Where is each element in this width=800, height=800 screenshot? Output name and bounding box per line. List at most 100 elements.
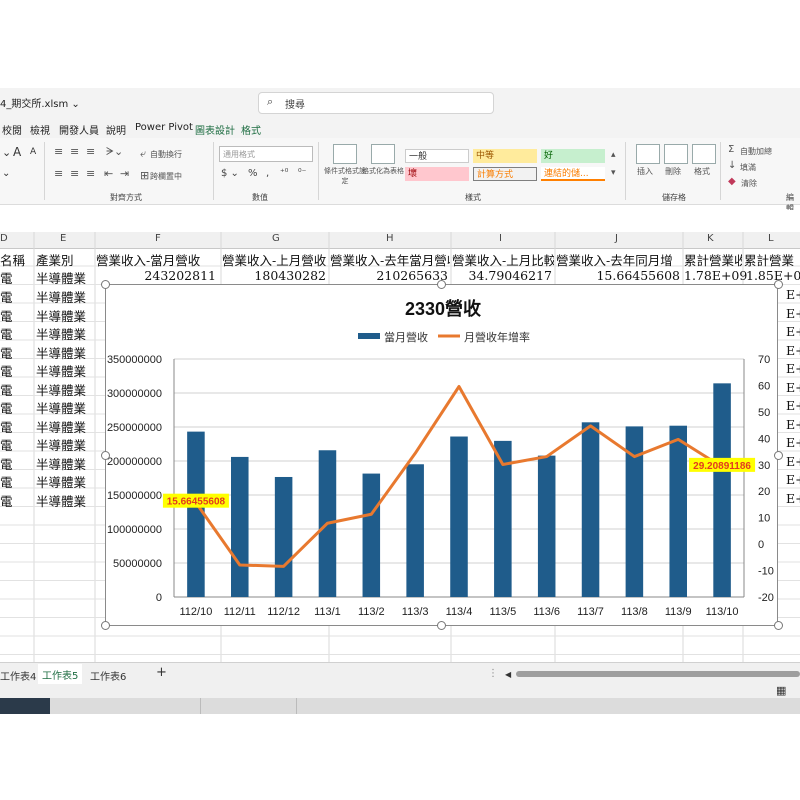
- cell-company[interactable]: 電: [0, 380, 13, 399]
- style-bad[interactable]: 壞: [405, 167, 469, 181]
- cell-company[interactable]: 電: [0, 306, 13, 325]
- header-cell-cumulative[interactable]: 累計營業收: [684, 250, 742, 269]
- cell-cumulative-partial[interactable]: E+09: [786, 324, 800, 339]
- menu-view[interactable]: 檢視: [30, 122, 50, 137]
- cell-cumulative-partial[interactable]: E+09: [786, 306, 800, 321]
- horizontal-scrollbar[interactable]: [516, 671, 800, 677]
- cell-mom-change[interactable]: 34.79046217: [452, 268, 552, 283]
- cell-industry[interactable]: 半導體業: [36, 361, 86, 380]
- format-cells-icon[interactable]: [692, 144, 716, 164]
- cell-industry[interactable]: 半導體業: [36, 380, 86, 399]
- style-calculation[interactable]: 計算方式: [473, 167, 537, 181]
- style-normal[interactable]: 一般: [405, 149, 469, 163]
- clear-button[interactable]: 清除: [741, 178, 757, 189]
- normal-view-icon[interactable]: ▦: [776, 684, 786, 697]
- style-good[interactable]: 好: [541, 149, 605, 163]
- cell-cumulative-partial[interactable]: E+09: [786, 472, 800, 487]
- data-label[interactable]: 29.20891186: [693, 461, 751, 472]
- cell-company[interactable]: 電: [0, 417, 13, 436]
- tab-splitter-icon[interactable]: ⋮: [488, 668, 498, 679]
- bar-monthly-revenue[interactable]: [362, 473, 381, 597]
- cell-industry[interactable]: 半導體業: [36, 398, 86, 417]
- insert-button[interactable]: 插入: [637, 166, 653, 177]
- cell-industry[interactable]: 半導體業: [36, 417, 86, 436]
- file-name[interactable]: 4_期交所.xlsm ⌄: [0, 95, 80, 110]
- menu-help[interactable]: 說明: [106, 122, 126, 137]
- cell-last-month-revenue[interactable]: 180430282: [222, 268, 326, 283]
- conditional-format-icon[interactable]: [333, 144, 357, 164]
- style-neutral[interactable]: 中等: [473, 149, 537, 163]
- decrease-decimal-icon[interactable]: ⁰⁻: [298, 168, 306, 178]
- cell-cumulative-partial[interactable]: E+09: [786, 435, 800, 450]
- cell-industry[interactable]: 半導體業: [36, 287, 86, 306]
- chart-resize-handle[interactable]: [774, 621, 783, 630]
- header-cell-yoy-change[interactable]: 營業收入-去年同月增: [556, 250, 682, 269]
- format-button[interactable]: 格式: [694, 166, 710, 177]
- cell-cumulative-partial[interactable]: E+09: [786, 287, 800, 302]
- cell-last-year-revenue[interactable]: 210265633: [330, 268, 448, 283]
- chart-resize-handle[interactable]: [101, 621, 110, 630]
- increase-font-button[interactable]: A: [13, 145, 21, 159]
- bar-monthly-revenue[interactable]: [450, 436, 468, 597]
- cell-industry[interactable]: 半導體業: [36, 491, 86, 510]
- insert-cells-icon[interactable]: [636, 144, 660, 164]
- cell-cumulative-partial[interactable]: E+09: [786, 491, 800, 506]
- header-cell-mom-change[interactable]: 營業收入-上月比較: [452, 250, 554, 269]
- chart-resize-handle[interactable]: [101, 280, 110, 289]
- data-label[interactable]: 15.66455608: [167, 497, 226, 508]
- menu-developer[interactable]: 開發人員: [59, 122, 99, 137]
- cell-company[interactable]: 電: [0, 324, 13, 343]
- delete-cells-icon[interactable]: [664, 144, 688, 164]
- header-cell-last-month-revenue[interactable]: 營業收入-上月營收: [222, 250, 328, 269]
- decrease-indent-icon[interactable]: ⇤: [104, 167, 113, 180]
- chart-resize-handle[interactable]: [774, 280, 783, 289]
- header-cell-monthly-revenue[interactable]: 營業收入-當月營收: [96, 250, 220, 269]
- styles-scroll-up-icon[interactable]: ▴: [611, 150, 616, 160]
- cell-industry[interactable]: 半導體業: [36, 435, 86, 454]
- style-linked-cell[interactable]: 連結的儲...: [541, 167, 605, 181]
- bar-monthly-revenue[interactable]: [406, 464, 424, 597]
- header-cell-industry[interactable]: 產業別: [36, 250, 74, 269]
- cell-yoy-change[interactable]: 15.66455608: [556, 268, 680, 283]
- bar-monthly-revenue[interactable]: [274, 476, 293, 597]
- cell-industry[interactable]: 半導體業: [36, 306, 86, 325]
- align-left-icon[interactable]: ≡: [54, 167, 63, 180]
- cell-company[interactable]: 電: [0, 491, 13, 510]
- cell-cumulative-partial[interactable]: E+09: [786, 417, 800, 432]
- sheet-tab[interactable]: 工作表4: [0, 668, 36, 683]
- cell-industry[interactable]: 半導體業: [36, 268, 86, 287]
- menu-chart-design[interactable]: 圖表設計: [195, 122, 235, 137]
- cell-company[interactable]: 電: [0, 268, 13, 287]
- increase-decimal-icon[interactable]: ⁺⁰: [280, 168, 288, 178]
- autosum-button[interactable]: 自動加總: [740, 146, 772, 157]
- cell-cumulative-partial[interactable]: E+09: [786, 380, 800, 395]
- chart-title[interactable]: 2330營收: [405, 298, 481, 319]
- cell-industry[interactable]: 半導體業: [36, 324, 86, 343]
- number-format-dropdown[interactable]: 通用格式: [219, 146, 313, 162]
- header-cell-cumulative-2[interactable]: 累計營業: [744, 250, 800, 269]
- bar-monthly-revenue[interactable]: [537, 455, 556, 597]
- add-sheet-button[interactable]: +: [156, 665, 167, 680]
- header-cell-name[interactable]: 名稱: [0, 250, 25, 269]
- bar-monthly-revenue[interactable]: [231, 456, 249, 597]
- bar-monthly-revenue[interactable]: [713, 383, 731, 597]
- currency-icon[interactable]: $ ⌄: [221, 168, 239, 179]
- wrap-text-button[interactable]: 自動換行: [150, 149, 182, 160]
- cell-cumulative-partial[interactable]: E+09: [786, 398, 800, 413]
- merge-center-button[interactable]: 跨欄置中: [150, 171, 182, 182]
- cell-industry[interactable]: 半導體業: [36, 343, 86, 362]
- styles-more-icon[interactable]: ▾: [611, 168, 616, 178]
- chart-legend[interactable]: 當月營收 月營收年增率: [358, 330, 530, 344]
- cell-company[interactable]: 電: [0, 343, 13, 362]
- menu-format[interactable]: 格式: [241, 122, 261, 137]
- cell-cumulative-partial[interactable]: E+09: [786, 343, 800, 358]
- taskbar-thumbnail[interactable]: [0, 698, 50, 714]
- cell-company[interactable]: 電: [0, 435, 13, 454]
- align-middle-icon[interactable]: ≡: [70, 145, 79, 158]
- align-top-icon[interactable]: ≡: [54, 145, 63, 158]
- chart-resize-handle[interactable]: [437, 280, 446, 289]
- cell-monthly-revenue[interactable]: 243202811: [96, 268, 216, 283]
- comma-icon[interactable]: ,: [266, 168, 269, 179]
- percent-icon[interactable]: %: [248, 168, 258, 179]
- search-box[interactable]: ⌕ 搜尋: [258, 92, 494, 114]
